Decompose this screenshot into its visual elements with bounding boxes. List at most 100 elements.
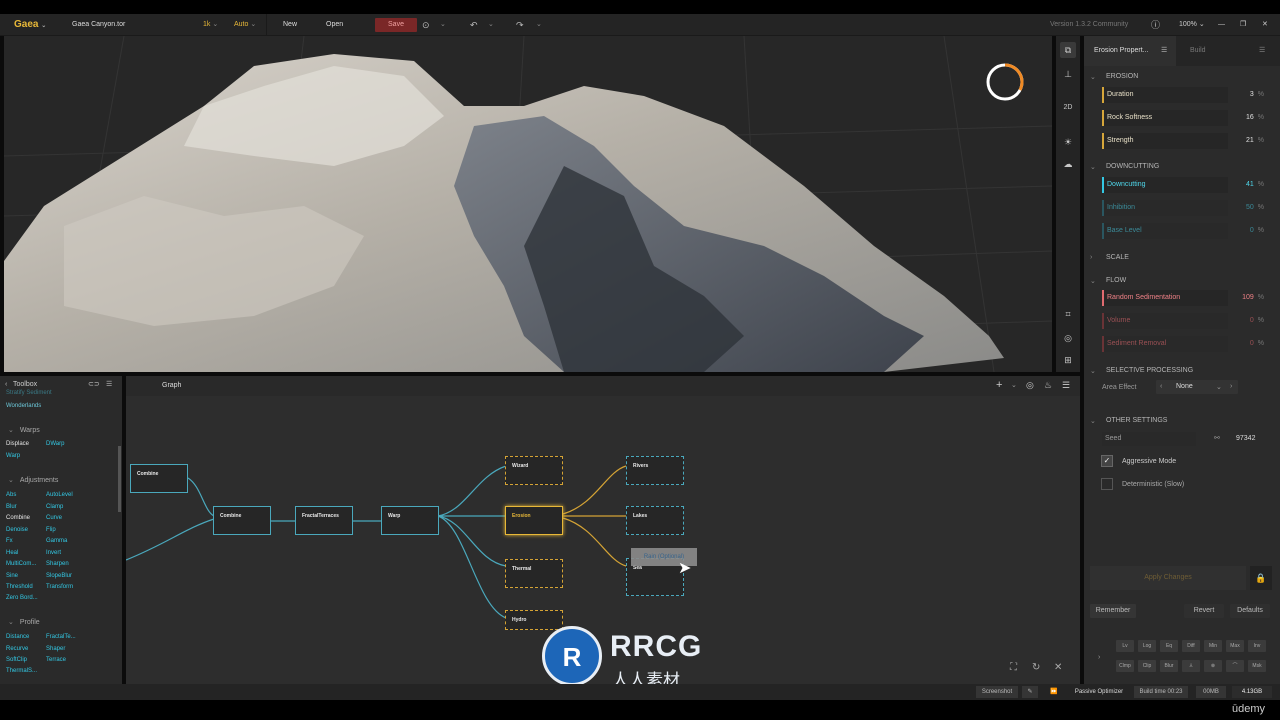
- lock-icon[interactable]: 🔒: [1250, 566, 1272, 590]
- tool-softclip[interactable]: SoftClip: [6, 657, 27, 663]
- node-lakes[interactable]: Lakes: [626, 506, 684, 535]
- toggle-icon[interactable]: ⊂⊃: [88, 380, 100, 388]
- node-combine-2[interactable]: Combine: [213, 506, 271, 535]
- passive-optimizer-label[interactable]: Passive Optimizer: [1070, 686, 1128, 698]
- tool-sine[interactable]: Sine: [6, 573, 18, 579]
- quick-mult-icon[interactable]: ⊗: [1204, 660, 1222, 672]
- apply-changes-button[interactable]: Apply Changes: [1090, 566, 1246, 590]
- tool-recurve[interactable]: Recurve: [6, 646, 28, 652]
- tool-multicombine[interactable]: MultiCom...: [6, 561, 36, 567]
- quick-eq[interactable]: Eq: [1160, 640, 1178, 652]
- tool-shaper[interactable]: Shaper: [46, 646, 65, 652]
- random-sedimentation-slider[interactable]: Random Sedimentation: [1102, 290, 1228, 306]
- tab-build[interactable]: Build: [1190, 47, 1206, 54]
- scale-expand-icon[interactable]: ›: [1090, 254, 1092, 261]
- close-icon[interactable]: ✕: [1262, 14, 1268, 36]
- new-button[interactable]: New: [283, 14, 297, 36]
- tool-threshold[interactable]: Threshold: [6, 584, 33, 590]
- prev-icon[interactable]: ‹: [1160, 383, 1162, 390]
- pencil-icon[interactable]: ✎: [1022, 686, 1038, 698]
- quick-lv[interactable]: Lv: [1116, 640, 1134, 652]
- tool-warp[interactable]: Warp: [6, 453, 20, 459]
- resolution-select[interactable]: 1k ⌄: [203, 14, 218, 36]
- node-fractal-terraces[interactable]: FractalTerraces: [295, 506, 353, 535]
- quick-diff[interactable]: Diff: [1182, 640, 1200, 652]
- strength-slider[interactable]: Strength: [1102, 133, 1228, 149]
- 3d-viewport[interactable]: [4, 36, 1052, 372]
- area-effect-select[interactable]: ‹ None ⌄ ›: [1156, 380, 1238, 394]
- tool-displace[interactable]: Displace: [6, 441, 29, 447]
- redo-icon[interactable]: ↷: [516, 14, 524, 36]
- redo-dropdown-icon[interactable]: ⌄: [536, 14, 542, 36]
- section-erosion[interactable]: EROSION: [1106, 73, 1138, 80]
- warps-header[interactable]: ⌄ Warps: [8, 426, 40, 434]
- tool-clamp[interactable]: Clamp: [46, 504, 63, 510]
- mode-select[interactable]: Auto ⌄: [234, 14, 256, 36]
- quick-fx-icon[interactable]: ⅄: [1182, 660, 1200, 672]
- other-collapse-icon[interactable]: ⌄: [1090, 417, 1096, 425]
- quick-max[interactable]: Max: [1226, 640, 1244, 652]
- link-icon[interactable]: ⚯: [1214, 434, 1220, 442]
- tool-slopeblur[interactable]: SlopeBlur: [46, 573, 72, 579]
- cloud-icon[interactable]: ☁: [1060, 156, 1076, 172]
- compass-icon[interactable]: ◎: [1060, 330, 1076, 346]
- sun-icon[interactable]: ☀: [1060, 134, 1076, 150]
- erosion-collapse-icon[interactable]: ⌄: [1090, 73, 1096, 81]
- quick-clip[interactable]: Clip: [1138, 660, 1156, 672]
- aggressive-mode-checkbox[interactable]: ✓: [1101, 455, 1113, 467]
- quick-log[interactable]: Log: [1138, 640, 1156, 652]
- build-menu-icon[interactable]: ☰: [1259, 46, 1265, 54]
- tool-flip[interactable]: Flip: [46, 527, 56, 533]
- undo-dropdown-icon[interactable]: ⌄: [488, 14, 494, 36]
- quick-curve-icon[interactable]: ⌒: [1226, 660, 1244, 672]
- toolbox-menu-icon[interactable]: ☰: [106, 380, 112, 388]
- zoom-select[interactable]: 100% ⌄: [1179, 14, 1205, 36]
- downcutting-slider[interactable]: Downcutting: [1102, 177, 1228, 193]
- tool-thermalshaper[interactable]: ThermalS...: [6, 668, 37, 674]
- grid-icon[interactable]: ⊞: [1060, 352, 1076, 368]
- defaults-button[interactable]: Defaults: [1230, 604, 1270, 618]
- revert-button[interactable]: Revert: [1184, 604, 1224, 618]
- quick-msk[interactable]: Msk: [1248, 660, 1266, 672]
- toolbox-scrollbar[interactable]: [118, 446, 121, 512]
- tool-gamma[interactable]: Gamma: [46, 538, 67, 544]
- tool-transform[interactable]: Transform: [46, 584, 73, 590]
- toolbox-back-icon[interactable]: ‹: [5, 381, 7, 388]
- forward-icon[interactable]: ⏩: [1046, 686, 1062, 698]
- tool-blur[interactable]: Blur: [6, 504, 17, 510]
- node-warp[interactable]: Warp: [381, 506, 439, 535]
- duration-slider[interactable]: Duration: [1102, 87, 1228, 103]
- section-scale[interactable]: SCALE: [1106, 254, 1129, 261]
- tool-zero-border[interactable]: Zero Bord...: [6, 595, 38, 601]
- tool-combine[interactable]: Combine: [6, 515, 30, 521]
- quick-inv[interactable]: Inv: [1248, 640, 1266, 652]
- next-icon[interactable]: ›: [1230, 383, 1232, 390]
- layers-icon[interactable]: ⧉: [1060, 42, 1076, 58]
- flow-collapse-icon[interactable]: ⌄: [1090, 277, 1096, 285]
- quick-clmp[interactable]: Clmp: [1116, 660, 1134, 672]
- tab-erosion-properties[interactable]: Erosion Propert...: [1094, 47, 1148, 54]
- open-button[interactable]: Open: [326, 14, 343, 36]
- downcutting-collapse-icon[interactable]: ⌄: [1090, 163, 1096, 171]
- target-icon[interactable]: ⊙: [422, 14, 430, 36]
- pin-icon[interactable]: ⊥: [1060, 66, 1076, 82]
- tool-distance[interactable]: Distance: [6, 634, 29, 640]
- 2d-toggle[interactable]: 2D: [1060, 100, 1076, 116]
- remember-button[interactable]: Remember: [1090, 604, 1136, 618]
- tool-sharpen[interactable]: Sharpen: [46, 561, 69, 567]
- sediment-removal-slider[interactable]: Sediment Removal: [1102, 336, 1228, 352]
- section-downcutting[interactable]: DOWNCUTTING: [1106, 163, 1159, 170]
- profile-header[interactable]: ⌄ Profile: [8, 618, 40, 626]
- tool-fractalterraces[interactable]: FractalTe...: [46, 634, 76, 640]
- section-flow[interactable]: FLOW: [1106, 277, 1126, 284]
- rock-softness-slider[interactable]: Rock Softness: [1102, 110, 1228, 126]
- app-menu-button[interactable]: Gaea ⌄: [14, 14, 46, 37]
- tool-abs[interactable]: Abs: [6, 492, 16, 498]
- tool-autolevel[interactable]: AutoLevel: [46, 492, 73, 498]
- seed-field[interactable]: Seed: [1102, 432, 1196, 446]
- section-selective-processing[interactable]: SELECTIVE PROCESSING: [1106, 367, 1193, 374]
- node-combine-1[interactable]: Combine: [130, 464, 188, 493]
- tool-dwarp[interactable]: DWarp: [46, 441, 64, 447]
- tool-denoise[interactable]: Denoise: [6, 527, 28, 533]
- selective-collapse-icon[interactable]: ⌄: [1090, 367, 1096, 375]
